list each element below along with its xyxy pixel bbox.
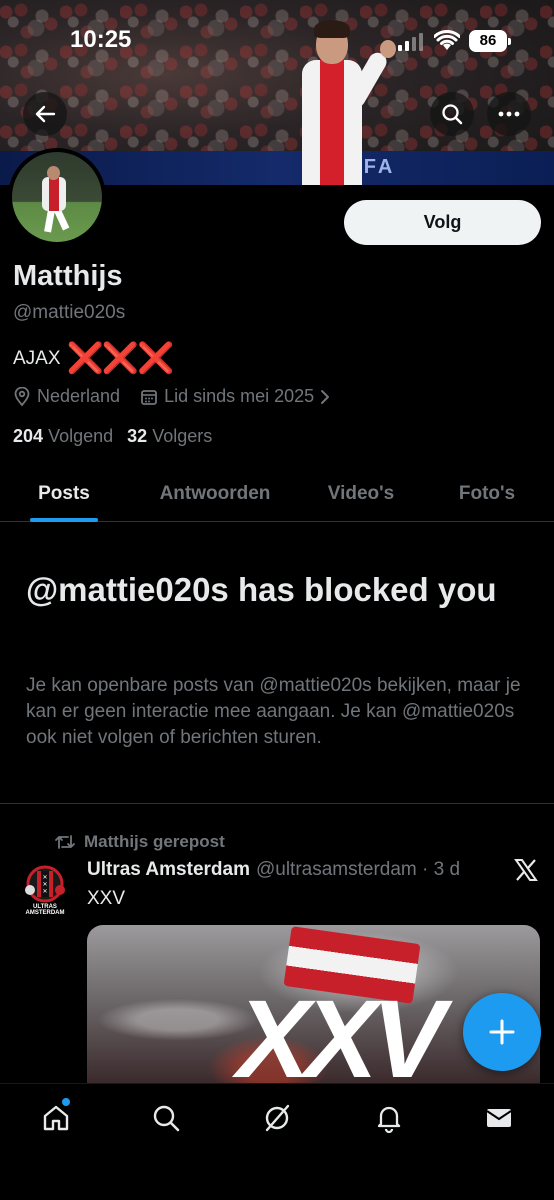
profile-name: Matthijs (13, 260, 123, 292)
calendar-icon (141, 389, 157, 405)
profile-meta: Nederland Lid sinds mei 2025 (13, 386, 350, 407)
compose-button[interactable] (463, 993, 541, 1071)
media-xxv-text: XXV (237, 978, 445, 1084)
bio-text: AJAX (13, 348, 61, 369)
nav-notifications[interactable] (373, 1102, 405, 1134)
tab-posts-label: Posts (38, 483, 90, 504)
nav-grok[interactable] (261, 1102, 293, 1134)
messages-icon (486, 1109, 512, 1127)
more-button[interactable] (487, 92, 531, 136)
profile-stats: 204 Volgend 32 Volgers (13, 426, 212, 447)
svg-text:✕: ✕ (42, 874, 47, 881)
following-label: Volgend (48, 426, 114, 446)
explore-icon (153, 1105, 180, 1132)
back-arrow-icon (35, 105, 56, 123)
following-link[interactable]: 204 Volgend (13, 426, 113, 447)
repost-icon (55, 835, 75, 849)
status-time: 10:25 (70, 26, 132, 53)
followers-link[interactable]: 32 Volgers (127, 426, 212, 447)
tab-photos[interactable]: Foto's (420, 466, 554, 522)
profile-bio: AJAX ❌❌❌ (13, 342, 175, 375)
location-icon (14, 386, 30, 406)
avatar-image (12, 152, 102, 242)
x-logo-icon (514, 859, 538, 881)
profile-avatar[interactable] (8, 148, 106, 246)
status-bar: 10:25 86 (0, 0, 554, 84)
search-button[interactable] (430, 92, 474, 136)
post-avatar-text: ULTRAS AMSTERDAM (25, 904, 65, 916)
blocked-message: Je kan openbare posts van @mattie020s be… (26, 675, 521, 748)
signal-icon (398, 33, 423, 51)
chevron-right-icon (321, 389, 330, 404)
home-icon (43, 1105, 69, 1131)
tab-replies-label: Antwoorden (159, 483, 271, 504)
grok-icon (265, 1104, 290, 1132)
post-media[interactable]: XXV (87, 925, 540, 1083)
search-icon (442, 104, 463, 125)
svg-text:✕: ✕ (42, 881, 47, 888)
blocked-title: @mattie020s has blocked you (26, 571, 497, 608)
tab-active-indicator (30, 518, 98, 522)
tab-posts[interactable]: Posts (0, 466, 128, 522)
location-text: Nederland (37, 386, 121, 406)
tab-videos[interactable]: Video's (302, 466, 420, 522)
following-count: 204 (13, 426, 44, 446)
tab-replies[interactable]: Antwoorden (128, 466, 302, 522)
wifi-icon (434, 30, 460, 50)
svg-text:✕: ✕ (42, 888, 47, 895)
nav-home[interactable] (40, 1098, 72, 1134)
post-text: XXV (87, 888, 126, 909)
profile-handle: @mattie020s (13, 302, 126, 323)
profile-joined[interactable]: Lid sinds mei 2025 (140, 386, 330, 407)
followers-count: 32 (127, 426, 148, 446)
follow-button[interactable]: Volg (344, 200, 541, 245)
post-author-name[interactable]: Ultras Amsterdam (87, 859, 250, 881)
compose-plus-icon (489, 1019, 515, 1045)
bottom-navigation (0, 1083, 554, 1200)
home-notification-dot (62, 1098, 70, 1106)
notifications-icon (377, 1106, 401, 1133)
profile-tabs: Posts Antwoorden Video's Foto's (0, 466, 554, 522)
joined-text: Lid sinds mei 2025 (164, 386, 315, 406)
back-button[interactable] (23, 92, 67, 136)
repost-indicator[interactable]: Matthijs gerepost (54, 832, 225, 852)
more-icon (498, 111, 520, 117)
divider (0, 803, 554, 804)
profile-location: Nederland (13, 386, 120, 407)
followers-label: Volgers (152, 426, 213, 446)
repost-label: Matthijs gerepost (84, 832, 225, 851)
bio-emoji: ❌❌❌ (66, 342, 175, 375)
post-author-handle[interactable]: @ultrasamsterdam · 3 d (256, 859, 460, 881)
nav-messages[interactable] (483, 1102, 515, 1134)
battery-indicator: 86 (469, 30, 511, 52)
tab-photos-label: Foto's (458, 483, 516, 504)
nav-explore[interactable] (150, 1102, 182, 1134)
post-author-avatar[interactable]: ✕ ✕ ✕ ULTRAS AMSTERDAM (20, 862, 70, 916)
post-header: Ultras Amsterdam @ultrasamsterdam · 3 d (87, 859, 460, 881)
tab-videos-label: Video's (327, 483, 395, 504)
